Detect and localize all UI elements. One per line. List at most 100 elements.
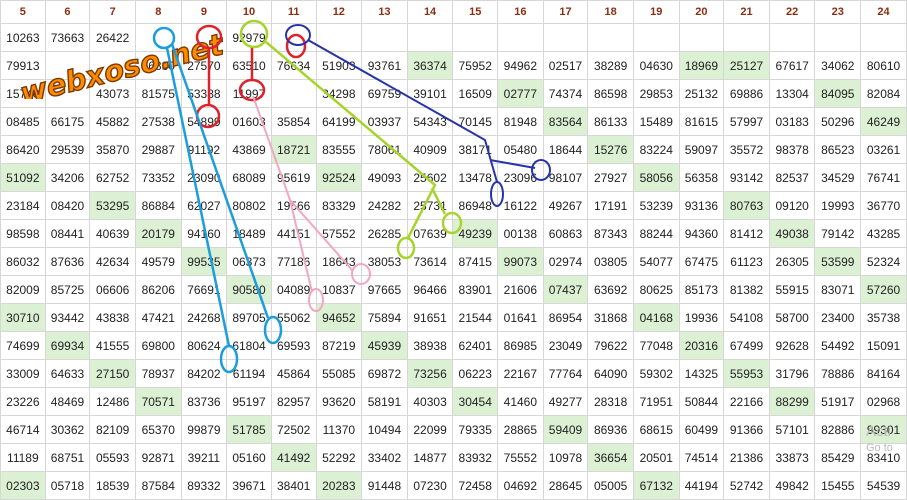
number-cell: 55915	[768, 275, 816, 304]
number-cell: 85725	[44, 275, 91, 304]
number-cell: 26422	[89, 23, 136, 52]
number-cell: 29887	[134, 135, 182, 164]
number-cell: 46249	[860, 107, 907, 136]
number-cell: 26305	[768, 247, 816, 276]
number-cell: 86954	[542, 303, 589, 332]
number-cell: 57260	[860, 275, 907, 304]
number-cell	[270, 23, 317, 52]
number-cell: 20283	[315, 471, 363, 500]
number-cell: 20316	[678, 331, 725, 360]
number-cell: 60499	[678, 415, 725, 444]
number-cell: 15455	[814, 471, 862, 500]
number-cell: 73614	[406, 247, 454, 276]
number-cell: 09120	[768, 191, 816, 220]
number-cell: 60863	[542, 219, 589, 248]
number-cell: 40303	[406, 387, 454, 416]
number-cell: 04630	[632, 51, 680, 80]
number-cell: 57997	[723, 107, 770, 136]
number-cell: 98378	[768, 135, 816, 164]
number-cell: 05005	[587, 471, 634, 500]
number-cell	[723, 23, 770, 52]
number-cell	[44, 51, 91, 80]
number-cell: 08420	[44, 191, 91, 220]
number-cell: 93761	[361, 51, 408, 80]
number-cell: 05718	[44, 471, 91, 500]
number-cell: 74514	[678, 443, 725, 472]
number-cell: 52742	[723, 471, 770, 500]
number-cell: 25602	[406, 163, 454, 192]
number-cell: 99879	[180, 415, 228, 444]
number-cell: 89332	[180, 471, 228, 500]
number-cell: 94652	[315, 303, 363, 332]
number-cell: 72502	[270, 415, 317, 444]
number-cell: 93136	[678, 191, 725, 220]
number-cell: 18539	[89, 471, 136, 500]
number-cell: 12486	[89, 387, 136, 416]
column-header: 22	[768, 0, 816, 24]
column-header-row: 5 6 7 8 9 10 11 12 13 14 15 16 17 18 19 20 21 22 23 24	[0, 0, 907, 24]
number-cell: 67499	[723, 331, 770, 360]
number-cell: 02777	[497, 79, 544, 108]
number-cell: 28865	[497, 415, 544, 444]
number-cell: 05160	[226, 443, 272, 472]
number-cell: 63692	[587, 275, 634, 304]
number-cell: 86133	[587, 107, 634, 136]
number-cell: 49267	[542, 191, 589, 220]
number-cell: 50844	[678, 387, 725, 416]
number-cell: 53295	[89, 191, 136, 220]
column-header: 16	[497, 0, 544, 24]
number-cell: 43869	[226, 135, 272, 164]
number-cell: 24268	[180, 303, 228, 332]
number-cell: 84164	[860, 359, 907, 388]
column-header: 20	[678, 0, 725, 24]
number-cell	[180, 23, 228, 52]
number-cell: 30710	[0, 303, 46, 332]
number-cell: 68615	[632, 415, 680, 444]
number-cell: 11189	[0, 443, 46, 472]
column-header: 23	[814, 0, 862, 24]
number-cell: 27538	[134, 107, 182, 136]
number-cell: 38289	[587, 51, 634, 80]
number-cell: 82957	[270, 387, 317, 416]
number-cell: 73663	[44, 23, 91, 52]
number-cell: 06373	[226, 247, 272, 276]
number-cell: 03183	[768, 107, 816, 136]
number-cell: 45882	[89, 107, 136, 136]
number-cell: 25731	[406, 191, 454, 220]
number-cell: 92524	[315, 163, 363, 192]
number-cell: 98598	[0, 219, 46, 248]
number-cell: 31796	[768, 359, 816, 388]
table-row: 86032 87636 42634 49579 99535 06373 77186 18643…	[0, 247, 907, 276]
table-row: 30710 93442 43838 47421 24268 89705 55062 94652…	[0, 303, 907, 332]
number-cell: 41555	[89, 331, 136, 360]
number-cell: 07639	[406, 219, 454, 248]
column-header: 10	[226, 0, 272, 24]
number-cell: 35854	[270, 107, 317, 136]
number-cell: 82886	[814, 415, 862, 444]
number-cell: 70571	[134, 387, 182, 416]
number-cell: 54899	[180, 107, 228, 136]
number-cell: 21544	[452, 303, 499, 332]
number-cell: 69593	[270, 331, 317, 360]
number-cell: 80802	[226, 191, 272, 220]
number-cell: 34206	[44, 163, 91, 192]
number-cell: 08485	[0, 107, 46, 136]
number-cell: 10978	[542, 443, 589, 472]
number-cell: 16509	[452, 79, 499, 108]
number-cell: 54108	[723, 303, 770, 332]
number-cell: 97665	[361, 275, 408, 304]
number-cell: 35870	[89, 135, 136, 164]
column-header: 7	[89, 0, 136, 24]
number-cell: 69872	[361, 359, 408, 388]
number-cell: 72458	[452, 471, 499, 500]
number-cell: 78886	[814, 359, 862, 388]
table-row: 86420 29539 35870 29887 91192 43869 18721 83555…	[0, 135, 907, 164]
number-cell: 79913	[0, 51, 46, 80]
column-header: 17	[542, 0, 589, 24]
number-cell: 92979	[226, 23, 272, 52]
column-header: 13	[361, 0, 408, 24]
number-cell: 23226	[0, 387, 46, 416]
number-cell: 98107	[542, 163, 589, 192]
number-cell: 30454	[452, 387, 499, 416]
number-cell: 40909	[406, 135, 454, 164]
